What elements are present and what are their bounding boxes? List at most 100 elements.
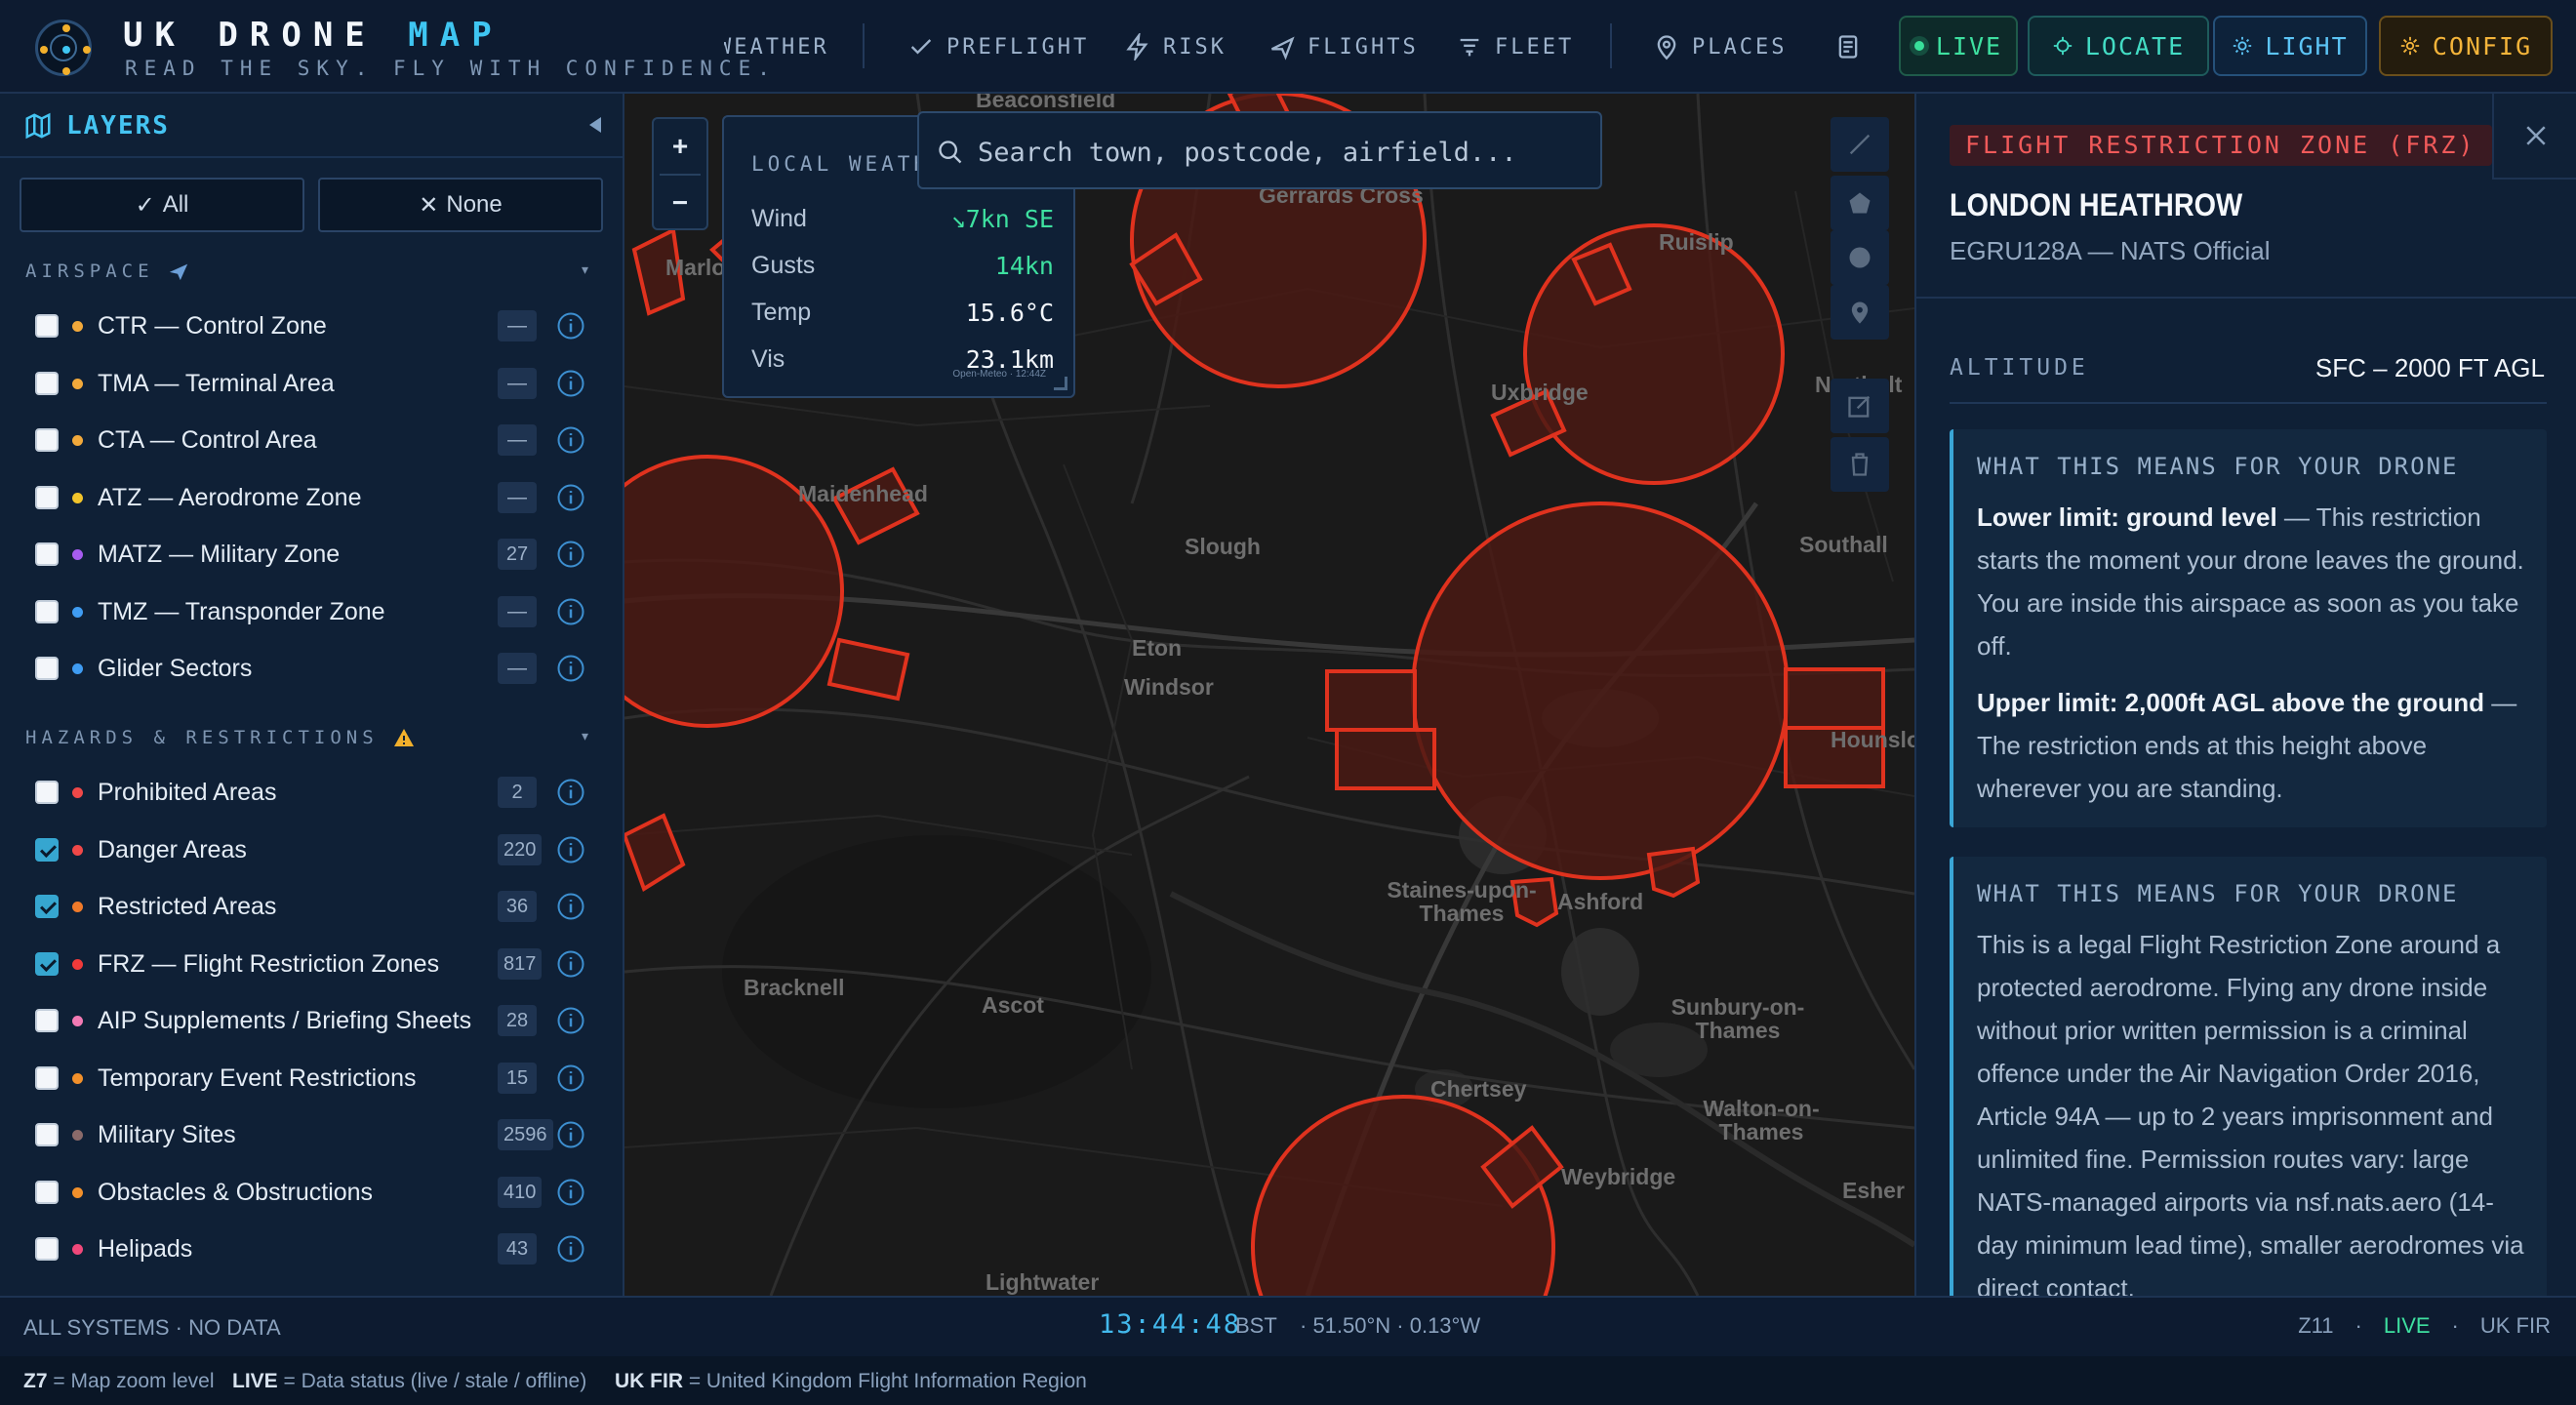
nav-preflight[interactable]: PREFLIGHT	[907, 29, 1089, 64]
layer-row[interactable]: Glider Sectors —	[35, 647, 611, 690]
circle-icon	[1849, 247, 1871, 268]
divider	[1916, 297, 2576, 299]
map-canvas[interactable]: Beaconsfield Gerrards Cross Ruislip Marl…	[624, 94, 1914, 1296]
layer-checkbox[interactable]	[35, 1123, 59, 1146]
zone-details-panel: FLIGHT RESTRICTION ZONE (FRZ) LONDON HEA…	[1914, 94, 2576, 1296]
close-panel-button[interactable]	[2492, 94, 2576, 180]
section-airspace-caret-icon[interactable]: ▾	[582, 261, 595, 277]
fleet-icon	[1460, 38, 1479, 57]
info-icon[interactable]	[556, 949, 585, 979]
layer-checkbox[interactable]	[35, 951, 59, 976]
info-icon[interactable]	[556, 540, 585, 569]
nav-weather[interactable]: WEATHER	[718, 29, 829, 64]
info-icon[interactable]	[556, 597, 585, 626]
locate-button[interactable]: LOCATE	[2028, 16, 2209, 76]
resize-handle-icon[interactable]	[1054, 377, 1067, 390]
map-label-ruislip: Ruislip	[1659, 229, 1734, 255]
info-icon[interactable]	[556, 654, 585, 683]
layer-checkbox[interactable]	[35, 314, 59, 338]
info-icon[interactable]	[556, 892, 585, 921]
layer-row[interactable]: Prohibited Areas 2	[35, 771, 611, 814]
layer-checkbox[interactable]	[35, 542, 59, 566]
layer-row[interactable]: Danger Areas 220	[35, 828, 611, 871]
layer-count-badge: 2596	[498, 1119, 553, 1150]
select-all-button[interactable]: ✓ All	[20, 178, 304, 232]
info-icon[interactable]	[556, 835, 585, 864]
draw-circle-button[interactable]	[1831, 230, 1889, 285]
zoom-controls: + −	[652, 117, 708, 230]
nav-places[interactable]: PLACES	[1653, 29, 1787, 64]
layer-row[interactable]: AIP Supplements / Briefing Sheets 28	[35, 999, 611, 1042]
layer-row[interactable]: Military Sites 2596	[35, 1113, 611, 1156]
info-icon[interactable]	[556, 369, 585, 398]
info-icon[interactable]	[556, 425, 585, 455]
layer-checkbox[interactable]	[35, 599, 59, 623]
nav-risk[interactable]: RISK	[1124, 29, 1227, 64]
section-airspace[interactable]: AIRSPACE	[25, 258, 189, 285]
upper-limit-text: Upper limit: 2,000ft AGL above the groun…	[1977, 688, 2517, 803]
info-icon[interactable]	[556, 311, 585, 341]
edit-shapes-button[interactable]	[1831, 379, 1889, 433]
light-theme-button[interactable]: LIGHT	[2213, 16, 2367, 76]
layer-checkbox[interactable]	[35, 837, 59, 862]
collapse-panel-icon[interactable]	[584, 113, 607, 137]
layer-checkbox[interactable]	[35, 485, 59, 509]
legend-fir: UK FIR = United Kingdom Flight Informati…	[615, 1370, 1087, 1392]
delete-shapes-button[interactable]	[1831, 437, 1889, 492]
info-icon[interactable]	[556, 1178, 585, 1207]
draw-marker-button[interactable]	[1831, 285, 1889, 340]
select-none-button[interactable]: ✕ None	[318, 178, 603, 232]
layer-row[interactable]: CTA — Control Area —	[35, 419, 611, 462]
layer-checkbox[interactable]	[35, 781, 59, 804]
map-label-beaconsfield: Beaconsfield	[976, 94, 1116, 112]
map-label-eton: Eton	[1132, 635, 1183, 661]
layer-color-swatch	[72, 378, 83, 389]
layer-checkbox[interactable]	[35, 428, 59, 452]
info-icon[interactable]	[556, 1006, 585, 1035]
nav-flights[interactable]: FLIGHTS	[1268, 29, 1419, 64]
layer-row[interactable]: TMZ — Transponder Zone —	[35, 590, 611, 633]
zone-code: EGRU128A — NATS Official	[1950, 236, 2271, 265]
layer-row[interactable]: Obstacles & Obstructions 410	[35, 1171, 611, 1214]
layer-row[interactable]: MATZ — Military Zone 27	[35, 533, 611, 576]
layer-checkbox[interactable]	[35, 1180, 59, 1204]
info-icon[interactable]	[556, 778, 585, 807]
draw-polygon-button[interactable]	[1831, 176, 1889, 230]
layer-label: MATZ — Military Zone	[98, 541, 341, 568]
layer-checkbox[interactable]	[35, 371, 59, 395]
nav-fleet[interactable]: FLEET	[1456, 29, 1574, 64]
zoom-in-button[interactable]: +	[654, 119, 706, 174]
layer-checkbox[interactable]	[35, 1065, 59, 1090]
config-button[interactable]: CONFIG	[2379, 16, 2553, 76]
layer-row[interactable]: Restricted Areas 36	[35, 885, 611, 928]
search-box[interactable]	[917, 111, 1602, 189]
warning-icon	[393, 729, 414, 746]
info-icon[interactable]	[556, 483, 585, 512]
legend-zoom: Z7 = Map zoom level	[23, 1370, 215, 1392]
info-icon[interactable]	[556, 1064, 585, 1093]
layer-count-badge: 817	[498, 947, 543, 980]
layer-row[interactable]: CTR — Control Zone —	[35, 304, 611, 347]
layer-checkbox[interactable]	[35, 657, 59, 680]
layer-row[interactable]: ATZ — Aerodrome Zone —	[35, 476, 611, 519]
layer-checkbox[interactable]	[35, 1009, 59, 1032]
section-hazards-caret-icon[interactable]: ▾	[582, 728, 595, 743]
layer-row[interactable]: TMA — Terminal Area —	[35, 362, 611, 405]
zoom-out-button[interactable]: −	[654, 176, 706, 230]
info-icon[interactable]	[556, 1120, 585, 1149]
layer-checkbox[interactable]	[35, 895, 59, 918]
info-icon[interactable]	[556, 1234, 585, 1264]
layer-row[interactable]: Helipads 43	[35, 1227, 611, 1270]
nav-notes[interactable]	[1834, 29, 1862, 64]
section-hazards[interactable]: HAZARDS & RESTRICTIONS	[25, 724, 416, 751]
layer-checkbox[interactable]	[35, 1237, 59, 1261]
search-input[interactable]	[978, 131, 1583, 174]
live-button[interactable]: LIVE	[1899, 16, 2018, 76]
layer-row[interactable]: FRZ — Flight Restriction Zones 817	[35, 943, 611, 985]
nav-fleet-label: FLEET	[1495, 34, 1575, 60]
layer-count-badge: 410	[498, 1176, 543, 1208]
select-all-label: All	[162, 191, 189, 218]
layer-row[interactable]: Temporary Event Restrictions 15	[35, 1057, 611, 1100]
search-icon	[939, 140, 962, 164]
draw-line-button[interactable]	[1831, 117, 1889, 172]
